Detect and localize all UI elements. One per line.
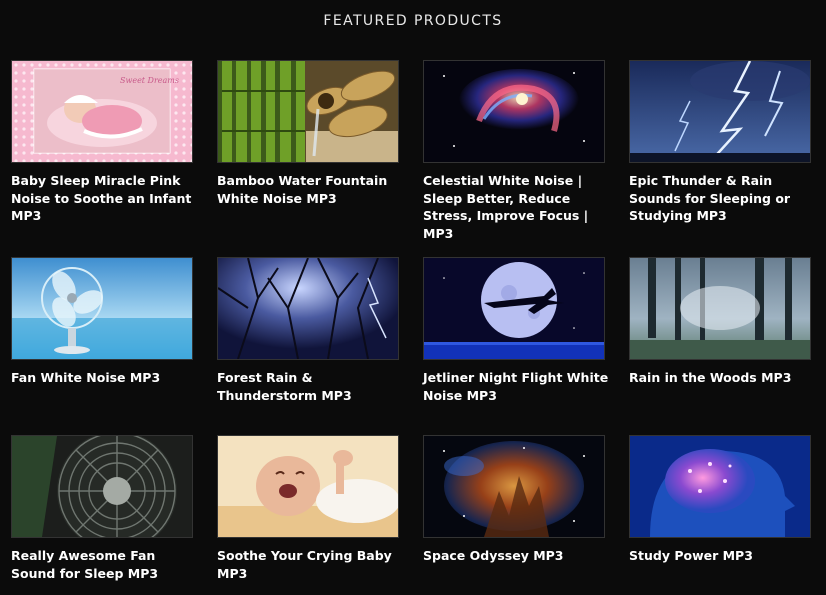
section-heading: FEATURED PRODUCTS [323, 13, 503, 29]
product-image-baby-sleep[interactable]: Sweet Dreams [11, 60, 193, 163]
product-card-bamboo[interactable]: Bamboo Water Fountain White Noise MP3 [217, 60, 399, 207]
product-card-space-odyssey[interactable]: Space Odyssey MP3 [423, 435, 605, 565]
product-image-study-power[interactable] [629, 435, 811, 538]
product-title[interactable]: Soothe Your Crying Baby MP3 [217, 547, 407, 582]
product-image-forest-rain[interactable] [217, 257, 399, 360]
product-image-space-odyssey[interactable] [423, 435, 605, 538]
product-title[interactable]: Fan White Noise MP3 [11, 369, 201, 387]
product-image-celestial[interactable] [423, 60, 605, 163]
product-card-crying-baby[interactable]: Soothe Your Crying Baby MP3 [217, 435, 399, 582]
product-card-fan[interactable]: Fan White Noise MP3 [11, 257, 193, 387]
product-card-jetliner[interactable]: Jetliner Night Flight White Noise MP3 [423, 257, 608, 404]
product-title[interactable]: Bamboo Water Fountain White Noise MP3 [217, 172, 407, 207]
product-title[interactable]: Baby Sleep Miracle Pink Noise to Soothe … [11, 172, 201, 225]
product-image-awesome-fan[interactable] [11, 435, 193, 538]
product-title[interactable]: Rain in the Woods MP3 [629, 369, 819, 387]
product-title[interactable]: Celestial White Noise | Sleep Better, Re… [423, 172, 613, 242]
product-title[interactable]: Space Odyssey MP3 [423, 547, 613, 565]
product-image-jetliner[interactable] [423, 257, 605, 360]
product-title[interactable]: Study Power MP3 [629, 547, 819, 565]
product-image-fan[interactable] [11, 257, 193, 360]
product-image-rain-woods[interactable] [629, 257, 811, 360]
product-card-baby-sleep[interactable]: Sweet Dreams Baby Sleep Miracle Pink Noi… [11, 60, 193, 225]
product-image-bamboo[interactable] [217, 60, 399, 163]
product-card-awesome-fan[interactable]: Really Awesome Fan Sound for Sleep MP3 [11, 435, 193, 582]
product-image-thunder[interactable] [629, 60, 811, 163]
product-title[interactable]: Really Awesome Fan Sound for Sleep MP3 [11, 547, 201, 582]
product-card-thunder[interactable]: Epic Thunder & Rain Sounds for Sleeping … [629, 60, 811, 225]
product-title[interactable]: Jetliner Night Flight White Noise MP3 [423, 369, 613, 404]
product-card-rain-woods[interactable]: Rain in the Woods MP3 [629, 257, 811, 387]
product-title[interactable]: Epic Thunder & Rain Sounds for Sleeping … [629, 172, 819, 225]
product-card-study-power[interactable]: Study Power MP3 [629, 435, 811, 565]
product-title[interactable]: Forest Rain & Thunderstorm MP3 [217, 369, 407, 404]
product-image-crying-baby[interactable] [217, 435, 399, 538]
product-card-forest-rain[interactable]: Forest Rain & Thunderstorm MP3 [217, 257, 399, 404]
sweet-dreams-label: Sweet Dreams [120, 76, 179, 85]
product-card-celestial[interactable]: Celestial White Noise | Sleep Better, Re… [423, 60, 605, 242]
